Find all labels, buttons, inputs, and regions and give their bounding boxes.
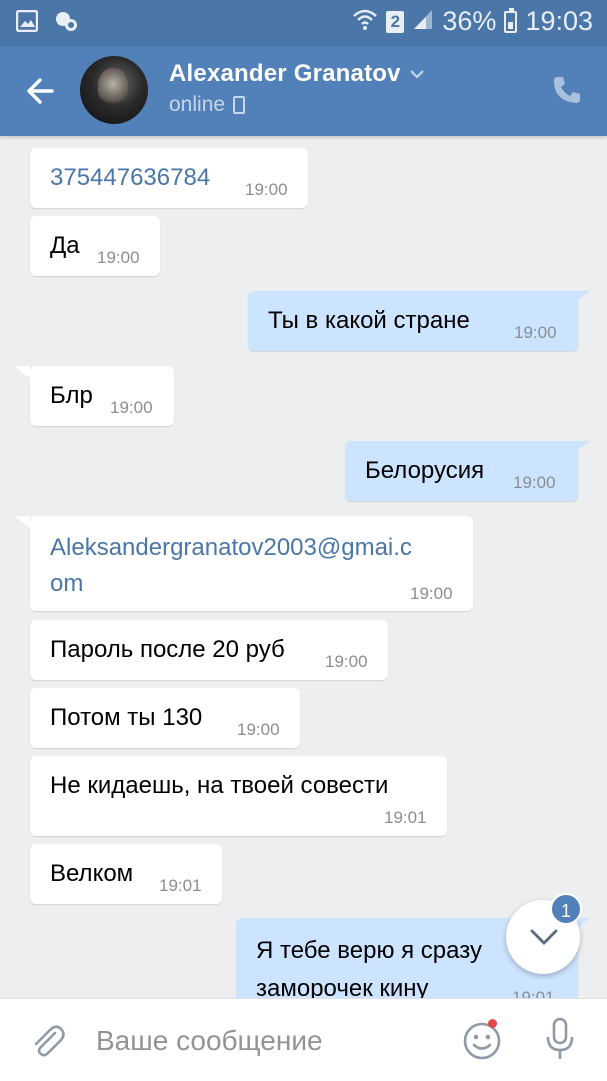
message-text: Ты в какой стране [268,307,470,334]
wifi-icon [352,6,378,37]
signal-icon [412,6,434,37]
message-time: 19:01 [159,876,202,895]
chat-header: Alexander Granatov online [0,46,607,136]
avatar[interactable] [80,56,148,124]
message-time: 19:00 [237,720,280,739]
bubble-tail [14,516,30,528]
contact-title[interactable]: Alexander Granatov [169,60,425,88]
attach-paperclip-icon[interactable] [28,1021,68,1061]
message-time: 19:00 [513,473,556,492]
message-incoming[interactable]: Блр 19:00 [30,366,174,426]
battery-percent: 36% [442,6,497,36]
message-outgoing[interactable]: Белорусия 19:00 [345,441,578,501]
message-input[interactable]: Ваше сообщение [96,1025,323,1057]
message-list[interactable]: 375447636784 19:00 Да 19:00 Ты в какой с… [0,136,607,998]
phone-number-link[interactable]: 375447636784 [50,164,210,191]
status-bar: 2 36% 19:03 [0,0,607,46]
message-incoming[interactable]: Aleksandergranatov2003@gmai.c om 19:00 [30,516,473,611]
sim-icon: 2 [386,10,405,33]
bubble-tail [14,366,30,378]
message-text: Не кидаешь, на твоей совести [50,772,389,799]
message-time: 19:00 [97,248,140,267]
message-text: Потом ты 130 [50,704,203,731]
clock: 19:03 [525,6,593,36]
message-input-bar: Ваше сообщение [0,998,607,1081]
microphone-icon[interactable] [544,1017,576,1061]
mobile-icon [233,96,246,114]
message-time: 19:01 [512,988,555,998]
online-status: online [169,93,246,117]
notification-dot [488,1019,497,1028]
message-text: Блр [50,382,93,409]
message-incoming[interactable]: Пароль после 20 руб 19:00 [30,620,388,680]
phone-call-icon[interactable] [551,74,583,106]
battery-icon [504,7,518,33]
message-time: 19:00 [325,652,368,671]
message-time: 19:00 [110,398,153,417]
email-link-line2[interactable]: om [50,566,453,602]
message-time: 19:00 [514,323,557,342]
message-incoming[interactable]: Потом ты 130 19:00 [30,688,300,748]
message-time: 19:00 [245,180,288,199]
message-text: Белорусия [365,457,485,484]
unread-badge: 1 [550,893,582,925]
message-text: Пароль после 20 руб [50,636,285,663]
email-link-line1[interactable]: Aleksandergranatov2003@gmai.c [50,530,453,566]
message-time: 19:01 [384,808,427,827]
back-arrow-icon[interactable] [22,72,60,110]
gallery-icon [15,9,39,33]
message-time: 19:00 [410,584,453,603]
message-incoming[interactable]: Велком 19:01 [30,844,222,904]
emoji-icon[interactable] [462,1021,502,1061]
message-incoming[interactable]: Не кидаешь, на твоей совести 19:01 [30,756,447,836]
contact-name: Alexander Granatov [169,60,401,87]
message-incoming[interactable]: Да 19:00 [30,216,160,276]
message-outgoing[interactable]: Ты в какой стране 19:00 [248,291,578,351]
bubble-tail [574,441,590,453]
chevron-down-icon [530,929,558,945]
status-text: online [169,93,226,116]
chevron-down-icon [409,66,425,82]
bubble-tail [574,291,590,303]
message-incoming[interactable]: 375447636784 19:00 [30,148,308,208]
message-text: Да [50,232,80,259]
cloud-notification-icon [54,10,77,32]
message-text: Велком [50,860,134,887]
